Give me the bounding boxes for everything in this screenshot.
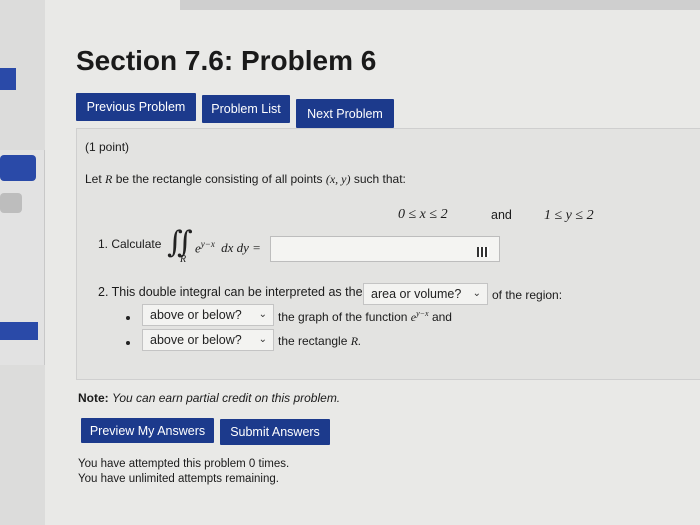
bullet-2-label: the rectangle xyxy=(278,334,348,348)
note: Note: You can earn partial credit on thi… xyxy=(78,391,340,405)
and-label: and xyxy=(491,208,512,222)
region-variable: R xyxy=(105,172,113,186)
chevron-down-icon: ⌄ xyxy=(472,288,481,299)
y-constraint: 1 ≤ y ≤ 2 xyxy=(544,208,594,223)
bullet-1-text: the graph of the function ey−x and xyxy=(278,309,452,325)
note-text: You can earn partial credit on this prob… xyxy=(112,391,341,405)
sidebar-tab[interactable] xyxy=(0,68,16,90)
bullet-1-label: the graph of the function xyxy=(278,310,408,324)
points-label: (1 point) xyxy=(85,140,130,154)
top-strip xyxy=(180,0,700,10)
page-title: Section 7.6: Problem 6 xyxy=(76,45,377,76)
region-variable: R. xyxy=(350,334,362,348)
point-notation: (x, y) xyxy=(325,172,351,186)
intro-text: Let xyxy=(85,172,102,186)
answer-input[interactable] xyxy=(270,236,500,262)
next-problem-button[interactable]: Next Problem xyxy=(296,99,394,128)
note-label: Note: xyxy=(78,391,109,405)
equation-editor-icon[interactable] xyxy=(477,247,489,257)
question-1-label: 1. Calculate xyxy=(98,237,162,251)
bullet xyxy=(126,341,130,345)
question-2-label: 2. This double integral can be interpret… xyxy=(98,285,363,299)
problem-list-button[interactable]: Problem List xyxy=(202,95,290,123)
and-text: and xyxy=(431,310,452,324)
remaining-text: You have unlimited attempts remaining. xyxy=(78,473,279,485)
intro-text: be the rectangle consisting of all point… xyxy=(115,172,323,186)
sidebar-item-highlight[interactable] xyxy=(0,322,38,340)
select-value: above or below? xyxy=(150,333,242,347)
submit-answers-button[interactable]: Submit Answers xyxy=(220,419,330,445)
bullet-2-text: the rectangle R. xyxy=(278,334,361,349)
area-or-volume-select[interactable]: area or volume? ⌄ xyxy=(363,283,488,305)
integrand-exponent: y−x xyxy=(200,239,215,249)
x-constraint: 0 ≤ x ≤ 2 xyxy=(398,207,448,222)
select-value: above or below? xyxy=(150,308,242,322)
above-or-below-select-2[interactable]: above or below? ⌄ xyxy=(142,329,274,351)
chevron-down-icon: ⌄ xyxy=(258,334,267,345)
function-exponent: y−x xyxy=(416,309,429,318)
differentials: dx dy = xyxy=(221,240,261,256)
integral-region: R xyxy=(180,254,187,265)
select-value: area or volume? xyxy=(371,287,462,301)
integrand: ey−x dx dy = xyxy=(195,239,261,256)
sidebar-item-active[interactable] xyxy=(0,155,36,181)
bullet xyxy=(126,316,130,320)
q2-after-text: of the region: xyxy=(492,288,563,302)
chevron-down-icon: ⌄ xyxy=(258,309,267,320)
previous-problem-button[interactable]: Previous Problem xyxy=(76,93,196,121)
intro-text: such that: xyxy=(353,172,406,186)
above-or-below-select-1[interactable]: above or below? ⌄ xyxy=(142,304,274,326)
attempts-text: You have attempted this problem 0 times. xyxy=(78,458,290,470)
problem-intro: Let R be the rectangle consisting of all… xyxy=(85,172,406,187)
sidebar-item[interactable] xyxy=(0,193,22,213)
preview-answers-button[interactable]: Preview My Answers xyxy=(81,418,214,443)
